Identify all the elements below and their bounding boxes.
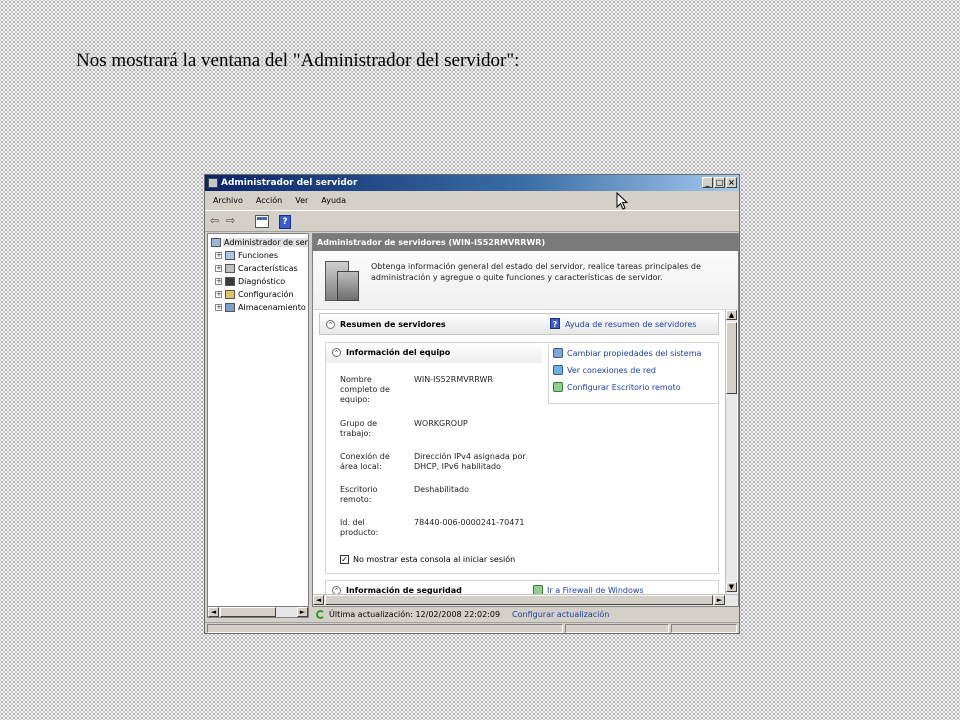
remote-desktop-icon — [553, 382, 563, 392]
diagnostics-icon — [225, 277, 235, 286]
prop-label-workgroup: Grupo de trabajo: — [340, 419, 378, 438]
hide-console-label: No mostrar esta consola al iniciar sesió… — [353, 555, 516, 564]
details-vertical-scrollbar[interactable]: ▲ ▼ — [725, 310, 737, 594]
prop-label-product-id: Id. del producto: — [340, 518, 379, 537]
scroll-thumb[interactable] — [220, 607, 276, 617]
storage-icon — [225, 303, 235, 312]
task-configure-remote-desktop[interactable]: Configurar Escritorio remoto — [553, 381, 681, 393]
intro-text: Obtenga información general del estado d… — [371, 262, 701, 282]
mouse-pointer-icon — [616, 192, 628, 210]
collapse-icon[interactable]: ⌃ — [326, 320, 335, 329]
tree-horizontal-scrollbar[interactable]: ◄ ► — [207, 606, 309, 618]
menu-archivo[interactable]: Archivo — [213, 192, 243, 209]
hide-console-checkbox[interactable]: ✓ — [340, 555, 349, 564]
summary-help-link[interactable]: Ayuda de resumen de servidores — [565, 320, 696, 329]
refresh-icon[interactable] — [316, 609, 325, 619]
toolbar: ⇦ ⇨ ? — [205, 210, 739, 232]
server-illustration-icon — [323, 259, 359, 303]
tree-root-server-manager[interactable]: Administrador de ser — [211, 237, 308, 248]
prop-label-lan: Conexión de área local: — [340, 452, 390, 471]
prop-value-full-name: WIN-IS52RMVRRWR — [414, 375, 493, 384]
forward-arrow-icon[interactable]: ⇨ — [226, 215, 235, 227]
menu-bar: Archivo Acción Ver Ayuda — [205, 192, 739, 209]
title-bar[interactable]: Administrador del servidor _ □ × — [205, 175, 739, 191]
menu-accion[interactable]: Acción — [256, 192, 282, 209]
configure-update-link[interactable]: Configurar actualización — [512, 610, 609, 619]
prop-value-workgroup: WORKGROUP — [414, 419, 468, 428]
configuration-icon — [225, 290, 235, 299]
details-content: ⌃ Resumen de servidores ? Ayuda de resum… — [319, 313, 719, 603]
prop-label-remote-desktop: Escritorio remoto: — [340, 485, 378, 504]
status-line: Última actualización: 12/02/2008 22:02:0… — [312, 607, 739, 621]
task-view-network-connections[interactable]: Ver conexiones de red — [553, 364, 656, 376]
prop-label-full-name: Nombre completo de equipo: — [340, 375, 390, 404]
computer-tasks: Cambiar propiedades del sistema Ver cone… — [548, 345, 719, 404]
window-title: Administrador del servidor — [221, 178, 358, 188]
status-bar — [205, 622, 739, 633]
details-horizontal-scrollbar[interactable]: ◄ ► — [313, 594, 738, 606]
roles-icon — [225, 251, 235, 260]
tree-item-configuracion[interactable]: + Configuración — [215, 289, 294, 300]
system-properties-icon — [553, 348, 563, 358]
server-manager-window: Administrador del servidor _ □ × Archivo… — [204, 174, 740, 634]
server-summary-section: ⌃ Resumen de servidores ? Ayuda de resum… — [319, 313, 719, 335]
tree-item-caracteristicas[interactable]: + Características — [215, 263, 298, 274]
tree-item-diagnostico[interactable]: + Diagnóstico — [215, 276, 285, 287]
expand-icon[interactable]: + — [215, 265, 222, 272]
scroll-thumb[interactable] — [325, 595, 713, 605]
details-header: Administrador de servidores (WIN-IS52RMV… — [313, 234, 738, 251]
console-tree: Administrador de ser + Funciones + Carac… — [207, 233, 309, 607]
back-arrow-icon[interactable]: ⇦ — [210, 215, 219, 227]
app-icon — [208, 178, 218, 188]
help-icon[interactable]: ? — [279, 215, 291, 229]
last-update-text: Última actualización: 12/02/2008 22:02:0… — [329, 609, 501, 619]
prop-value-remote-desktop: Deshabilitado — [414, 485, 469, 494]
maximize-button[interactable]: □ — [714, 177, 725, 188]
hide-console-option[interactable]: ✓ No mostrar esta consola al iniciar ses… — [340, 555, 515, 564]
section-title: Resumen de servidores — [340, 320, 446, 329]
scroll-up-icon[interactable]: ▲ — [726, 310, 737, 320]
features-icon — [225, 264, 235, 273]
details-pane: Administrador de servidores (WIN-IS52RMV… — [312, 233, 739, 607]
window-controls: _ □ × — [702, 177, 737, 188]
scroll-down-icon[interactable]: ▼ — [726, 582, 737, 592]
expand-icon[interactable]: + — [215, 278, 222, 285]
scroll-left-icon[interactable]: ◄ — [208, 607, 219, 617]
tree-item-funciones[interactable]: + Funciones — [215, 250, 278, 261]
task-change-system-properties[interactable]: Cambiar propiedades del sistema — [553, 347, 701, 359]
prop-value-product-id: 78440-006-0000241-70471 — [414, 518, 525, 527]
scroll-thumb[interactable] — [726, 322, 737, 394]
tree-item-almacenamiento[interactable]: + Almacenamiento — [215, 302, 306, 313]
slide-caption: Nos mostrará la ventana del "Administrad… — [76, 50, 520, 71]
minimize-button[interactable]: _ — [702, 177, 713, 188]
scroll-right-icon[interactable]: ► — [297, 607, 308, 617]
scroll-right-icon[interactable]: ► — [714, 595, 725, 605]
collapse-icon[interactable]: ⌃ — [332, 348, 341, 357]
expand-icon[interactable]: + — [215, 252, 222, 259]
console-tree-icon[interactable] — [255, 215, 269, 228]
server-icon — [211, 238, 221, 247]
expand-icon[interactable]: + — [215, 291, 222, 298]
computer-info-section: ⌃ Información del equipo Cambiar propied… — [325, 342, 719, 574]
expand-icon[interactable]: + — [215, 304, 222, 311]
prop-value-lan: Dirección IPv4 asignada por DHCP, IPv6 h… — [414, 452, 526, 471]
menu-ver[interactable]: Ver — [295, 192, 308, 209]
intro-banner: Obtenga información general del estado d… — [313, 251, 738, 310]
section-title: Información del equipo — [346, 348, 451, 357]
scroll-left-icon[interactable]: ◄ — [313, 595, 324, 605]
menu-ayuda[interactable]: Ayuda — [321, 192, 346, 209]
network-icon — [553, 365, 563, 375]
close-button[interactable]: × — [726, 177, 737, 188]
help-icon[interactable]: ? — [550, 318, 560, 329]
